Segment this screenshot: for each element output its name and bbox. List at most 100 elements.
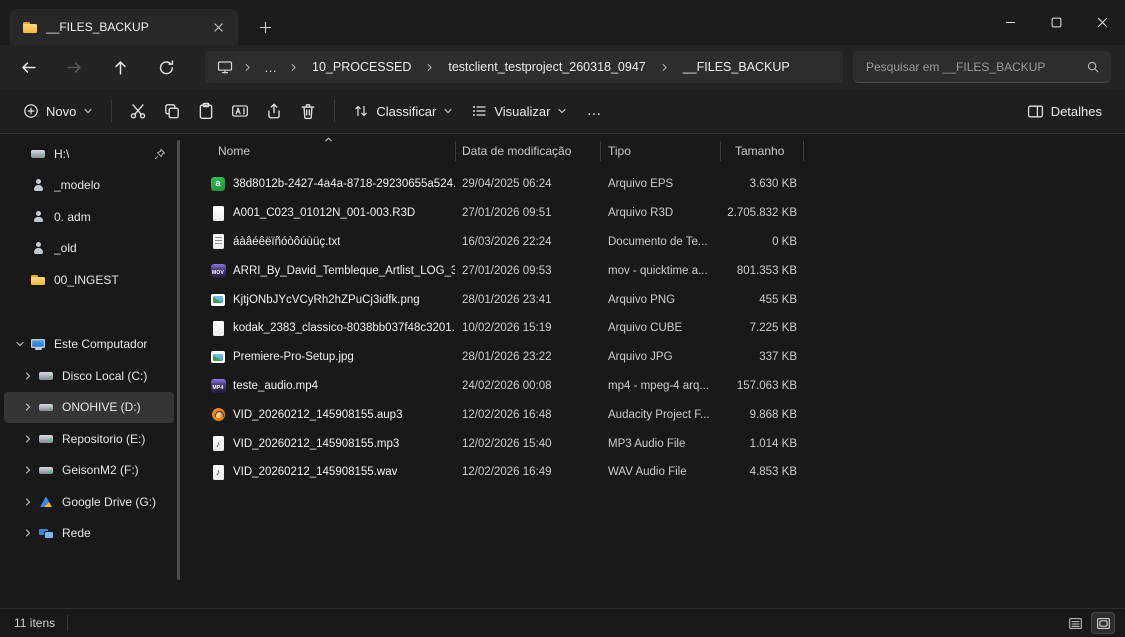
table-row[interactable]: KjtjONbJYcVCyRh2hZPuCj3idfk.png 28/01/20… bbox=[186, 285, 1125, 314]
paste-button[interactable] bbox=[189, 94, 223, 128]
file-type: mp4 - mpeg-4 arq... bbox=[608, 379, 709, 392]
details-view-button[interactable] bbox=[1063, 612, 1087, 634]
table-row[interactable]: VID_20260212_145908155.mp3 12/02/2026 15… bbox=[186, 429, 1125, 458]
column-headers: Nome Data de modificação Tipo Tamanho bbox=[186, 136, 1125, 166]
sidebar-item-google-drive-g[interactable]: Google Drive (G:) bbox=[4, 486, 174, 518]
audacity-file-icon bbox=[210, 407, 226, 423]
sidebar-item-modelo[interactable]: _modelo bbox=[4, 170, 174, 202]
chevron-down-icon bbox=[84, 108, 92, 114]
table-row[interactable]: Premiere-Pro-Setup.jpg 28/01/2026 23:22 … bbox=[186, 343, 1125, 372]
up-button[interactable] bbox=[102, 49, 138, 85]
sidebar-item-geisonm2-f[interactable]: GeisonM2 (F:) bbox=[4, 455, 174, 487]
more-options-button[interactable]: … bbox=[576, 98, 611, 124]
view-button[interactable]: Visualizar bbox=[462, 96, 576, 126]
file-size: 337 KB bbox=[759, 351, 797, 364]
sidebar: H:\ _modelo 0. adm _old 00_INGEST Este C… bbox=[0, 134, 186, 608]
search-input[interactable] bbox=[866, 60, 1086, 74]
column-header-size[interactable]: Tamanho bbox=[720, 144, 803, 158]
tab-files-backup[interactable]: __FILES_BACKUP bbox=[10, 9, 238, 45]
sidebar-item-onohive-d[interactable]: ONOHIVE (D:) bbox=[4, 391, 174, 423]
details-pane-button[interactable]: Detalhes bbox=[1018, 96, 1111, 127]
breadcrumb-item-current[interactable]: __FILES_BACKUP bbox=[675, 60, 798, 74]
table-row[interactable]: VID_20260212_145908155.wav 12/02/2026 16… bbox=[186, 458, 1125, 487]
wav-file-icon bbox=[210, 464, 226, 480]
large-icons-view-button[interactable] bbox=[1091, 612, 1115, 634]
navigation-bar: … 10_PROCESSED testclient_testproject_26… bbox=[0, 45, 1125, 89]
chevron-right-icon bbox=[656, 63, 673, 72]
sidebar-item-label: _old bbox=[54, 241, 77, 256]
sidebar-item-h-drive[interactable]: H:\ bbox=[4, 138, 174, 170]
sort-button-label: Classificar bbox=[376, 103, 437, 119]
new-tab-button[interactable] bbox=[252, 14, 278, 40]
column-resize-handle[interactable] bbox=[455, 141, 456, 161]
search-icon[interactable] bbox=[1086, 60, 1100, 74]
share-button[interactable] bbox=[257, 94, 291, 128]
column-resize-handle[interactable] bbox=[720, 141, 721, 161]
folder-icon bbox=[30, 272, 46, 288]
sidebar-item-0-adm[interactable]: 0. adm bbox=[4, 201, 174, 233]
table-row[interactable]: VID_20260212_145908155.aup3 12/02/2026 1… bbox=[186, 400, 1125, 429]
table-row[interactable]: A001_C023_01012N_001-003.R3D 27/01/2026 … bbox=[186, 199, 1125, 228]
tab-title: __FILES_BACKUP bbox=[46, 20, 149, 34]
toolbar-separator bbox=[111, 100, 113, 122]
file-name: ARRI_By_David_Tembleque_Artlist_LOG_3... bbox=[233, 264, 455, 277]
sidebar-item-rede[interactable]: Rede bbox=[4, 518, 174, 550]
table-row[interactable]: ARRI_By_David_Tembleque_Artlist_LOG_3...… bbox=[186, 256, 1125, 285]
chevron-right-icon[interactable] bbox=[18, 465, 38, 475]
file-type: Documento de Te... bbox=[608, 235, 708, 248]
delete-button[interactable] bbox=[291, 94, 325, 128]
status-divider bbox=[67, 615, 69, 631]
refresh-button[interactable] bbox=[148, 49, 184, 85]
sort-button[interactable]: Classificar bbox=[344, 96, 462, 126]
titlebar[interactable]: __FILES_BACKUP bbox=[0, 0, 1125, 45]
command-toolbar: Novo Classificar Visualizar … Detalhes bbox=[0, 89, 1125, 134]
table-row[interactable]: 38d8012b-2427-4a4a-8718-29230655a524... … bbox=[186, 170, 1125, 199]
breadcrumb-item[interactable]: 10_PROCESSED bbox=[304, 60, 419, 74]
file-modified: 24/02/2026 00:08 bbox=[462, 379, 552, 392]
ellipsis-icon: … bbox=[586, 102, 602, 119]
column-header-name[interactable]: Nome bbox=[186, 144, 455, 158]
file-name: áàâéêëïñóòôúùüç.txt bbox=[233, 235, 341, 248]
file-name: VID_20260212_145908155.mp3 bbox=[233, 437, 400, 450]
chevron-right-icon[interactable] bbox=[18, 371, 38, 381]
column-header-modified[interactable]: Data de modificação bbox=[455, 144, 600, 158]
table-row[interactable]: áàâéêëïñóòôúùüç.txt 16/03/2026 22:24 Doc… bbox=[186, 228, 1125, 257]
toolbar-separator bbox=[334, 100, 336, 122]
chevron-down-icon[interactable] bbox=[10, 339, 30, 349]
file-name: kodak_2383_classico-8038bb037f48c3201... bbox=[233, 322, 455, 335]
column-resize-handle[interactable] bbox=[803, 141, 804, 161]
sidebar-scrollbar[interactable] bbox=[177, 140, 180, 580]
breadcrumb-overflow[interactable]: … bbox=[258, 60, 283, 75]
sidebar-item-disco-local-c[interactable]: Disco Local (C:) bbox=[4, 360, 174, 392]
forward-button[interactable] bbox=[56, 49, 92, 85]
breadcrumb-item[interactable]: testclient_testproject_260318_0947 bbox=[440, 60, 653, 74]
new-button[interactable]: Novo bbox=[14, 96, 102, 126]
sidebar-item-repositorio-e[interactable]: Repositorio (E:) bbox=[4, 423, 174, 455]
chevron-right-icon[interactable] bbox=[18, 528, 38, 538]
sidebar-item-00-ingest[interactable]: 00_INGEST bbox=[4, 264, 174, 296]
user-icon bbox=[30, 177, 46, 193]
file-name: VID_20260212_145908155.wav bbox=[233, 466, 398, 479]
back-button[interactable] bbox=[10, 49, 46, 85]
sidebar-item-este-computador[interactable]: Este Computador bbox=[4, 329, 174, 361]
location-monitor-icon[interactable] bbox=[213, 59, 237, 75]
minimize-button[interactable] bbox=[987, 0, 1033, 45]
view-button-label: Visualizar bbox=[494, 103, 551, 119]
copy-button[interactable] bbox=[155, 94, 189, 128]
column-resize-handle[interactable] bbox=[600, 141, 601, 161]
user-icon bbox=[30, 240, 46, 256]
table-row[interactable]: kodak_2383_classico-8038bb037f48c3201...… bbox=[186, 314, 1125, 343]
column-header-type[interactable]: Tipo bbox=[600, 144, 720, 158]
tab-close-icon[interactable] bbox=[208, 17, 228, 37]
close-button[interactable] bbox=[1079, 0, 1125, 45]
cut-button[interactable] bbox=[121, 94, 155, 128]
table-row[interactable]: teste_audio.mp4 24/02/2026 00:08 mp4 - m… bbox=[186, 372, 1125, 401]
chevron-right-icon[interactable] bbox=[18, 434, 38, 444]
chevron-right-icon[interactable] bbox=[18, 497, 38, 507]
maximize-button[interactable] bbox=[1033, 0, 1079, 45]
chevron-right-icon[interactable] bbox=[18, 402, 38, 412]
rename-button[interactable] bbox=[223, 94, 257, 128]
explorer-window: __FILES_BACKUP … 10_PROCESSED testclient… bbox=[0, 0, 1125, 637]
sidebar-item-old[interactable]: _old bbox=[4, 233, 174, 265]
chevron-right-icon bbox=[285, 63, 302, 72]
